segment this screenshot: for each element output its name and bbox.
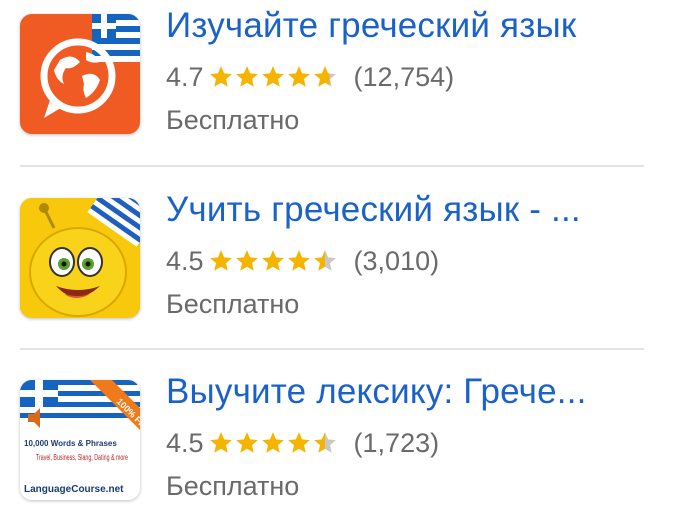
icon-topics-text: Travel, Business, Slang, Dating & more <box>36 453 128 462</box>
star-icon <box>261 250 284 271</box>
star-rating <box>208 64 338 90</box>
price-label: Бесплатно <box>166 289 300 319</box>
app-list: Изучайте греческий язык 4.7 (12,754) Бес… <box>0 0 692 528</box>
app-list-item[interactable]: 100% FREE 10,000 Words & Phrases Travel,… <box>0 346 692 506</box>
rating-row: 4.5 (1,723) <box>166 426 439 460</box>
rating-row: 4.7 (12,754) <box>166 60 454 94</box>
star-icon <box>313 66 336 87</box>
rating-value: 4.5 <box>166 427 204 458</box>
price-label: Бесплатно <box>166 105 300 135</box>
star-icon <box>313 250 336 271</box>
star-icon <box>235 66 258 87</box>
review-count: (1,723) <box>353 427 440 458</box>
star-icon <box>209 250 232 271</box>
app-title[interactable]: Выучите лексику: Грече... <box>166 372 587 412</box>
app-list-item[interactable]: Изучайте греческий язык 4.7 (12,754) Бес… <box>0 0 692 140</box>
price-label: Бесплатно <box>166 471 300 501</box>
review-count: (3,010) <box>353 245 440 276</box>
greek-flag-icon: 100% FREE 10,000 Words & Phrases Travel,… <box>20 380 140 495</box>
star-icon <box>209 66 232 87</box>
app-title[interactable]: Изучайте греческий язык <box>166 6 576 46</box>
app-icon-smiley[interactable] <box>20 198 140 318</box>
star-icon <box>261 432 284 453</box>
star-icon <box>235 432 258 453</box>
globe-speech-icon <box>40 14 140 118</box>
star-icon <box>313 432 336 453</box>
star-icon <box>261 66 284 87</box>
app-icon-languagecourse[interactable]: 100% FREE 10,000 Words & Phrases Travel,… <box>20 380 140 500</box>
smiley-face-icon <box>20 198 140 318</box>
star-icon <box>287 250 310 271</box>
rating-row: 4.5 (3,010) <box>166 244 439 278</box>
app-title[interactable]: Учить греческий язык - ... <box>166 190 581 230</box>
rating-value: 4.5 <box>166 245 204 276</box>
rating-value: 4.7 <box>166 61 204 92</box>
app-icon-globe[interactable] <box>20 14 140 134</box>
star-icon <box>287 432 310 453</box>
app-list-item[interactable]: Учить греческий язык - ... 4.5 (3,010) Б… <box>0 164 692 324</box>
star-rating <box>208 248 338 274</box>
star-rating <box>208 430 338 456</box>
star-icon <box>235 250 258 271</box>
icon-brand-text: LanguageCourse.net <box>24 484 124 495</box>
star-icon <box>287 66 310 87</box>
icon-words-text: 10,000 Words & Phrases <box>24 439 117 448</box>
star-icon <box>209 432 232 453</box>
review-count: (12,754) <box>353 61 455 92</box>
